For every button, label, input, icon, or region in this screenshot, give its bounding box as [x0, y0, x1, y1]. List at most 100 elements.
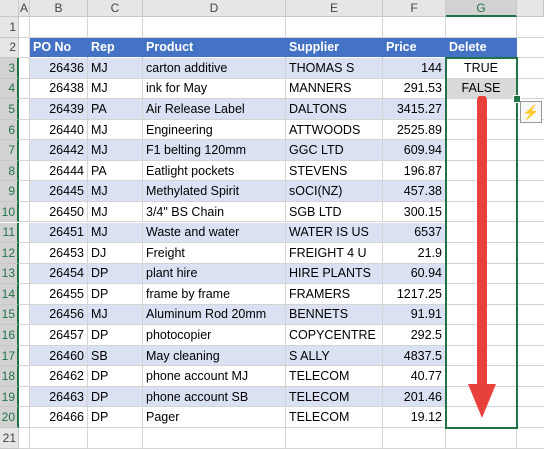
- cell-a11[interactable]: [19, 222, 30, 244]
- cell-price[interactable]: 91.91: [383, 304, 446, 326]
- column-header-g[interactable]: G: [446, 0, 517, 17]
- cell-supplier[interactable]: FRAMERS: [286, 284, 383, 305]
- cell-rep[interactable]: MJ: [88, 201, 143, 223]
- cell-po[interactable]: 26451: [30, 222, 88, 244]
- cell-supplier[interactable]: MANNERS: [286, 78, 383, 100]
- cell-price[interactable]: 4837.5: [383, 345, 446, 367]
- cell-rep[interactable]: MJ: [88, 181, 143, 202]
- cell-delete-empty[interactable]: [446, 428, 517, 449]
- cell-product-blank[interactable]: [143, 17, 286, 38]
- cell-h8[interactable]: [517, 161, 544, 182]
- cell-rep[interactable]: DP: [88, 366, 143, 387]
- cell-supplier[interactable]: FREIGHT 4 U: [286, 243, 383, 264]
- header-po[interactable]: PO No: [30, 37, 88, 59]
- cell-h1[interactable]: [517, 17, 544, 38]
- row-header-20[interactable]: 20: [0, 407, 19, 428]
- cell-supplier[interactable]: TELECOM: [286, 366, 383, 387]
- cell-product[interactable]: photocopier: [143, 325, 286, 346]
- cell-po[interactable]: 26460: [30, 345, 88, 367]
- cell-a19[interactable]: [19, 386, 30, 408]
- cell-po[interactable]: 26463: [30, 386, 88, 408]
- cell-price[interactable]: 6537: [383, 222, 446, 244]
- cell-price[interactable]: 1217.25: [383, 284, 446, 305]
- cell-price[interactable]: 21.9: [383, 243, 446, 264]
- header-delete[interactable]: Delete: [446, 37, 517, 59]
- header-rep[interactable]: Rep: [88, 37, 143, 59]
- cell-rep-blank[interactable]: [88, 17, 143, 38]
- cell-a6[interactable]: [19, 119, 30, 141]
- cell-a18[interactable]: [19, 366, 30, 387]
- cell-price[interactable]: 2525.89: [383, 119, 446, 141]
- row-header-13[interactable]: 13: [0, 263, 19, 285]
- cell-supplier[interactable]: STEVENS: [286, 160, 383, 182]
- cell-h10[interactable]: [517, 202, 544, 223]
- cell-product[interactable]: Waste and water: [143, 222, 286, 244]
- cell-price[interactable]: 300.15: [383, 201, 446, 223]
- row-header-15[interactable]: 15: [0, 304, 19, 326]
- cell-h15[interactable]: [517, 305, 544, 326]
- cell-a1[interactable]: [19, 17, 30, 38]
- header-price[interactable]: Price: [383, 37, 446, 59]
- cell-product[interactable]: Freight: [143, 243, 286, 264]
- cell-h3[interactable]: [517, 58, 544, 79]
- row-header-9[interactable]: 9: [0, 181, 19, 202]
- cell-product[interactable]: plant hire: [143, 263, 286, 285]
- cell-rep[interactable]: MJ: [88, 304, 143, 326]
- cell-a3[interactable]: [19, 58, 30, 79]
- cell-h11[interactable]: [517, 223, 544, 244]
- cell-product[interactable]: ink for May: [143, 78, 286, 100]
- cell-supplier[interactable]: TELECOM: [286, 386, 383, 408]
- cell-product[interactable]: Pager: [143, 407, 286, 428]
- cell-rep[interactable]: DP: [88, 325, 143, 346]
- cell-po[interactable]: 26457: [30, 325, 88, 346]
- column-header-a[interactable]: A: [19, 0, 30, 17]
- cell-product[interactable]: phone account MJ: [143, 366, 286, 387]
- cell-supplier[interactable]: SGB LTD: [286, 201, 383, 223]
- row-header-21[interactable]: 21: [0, 428, 19, 449]
- header-supplier[interactable]: Supplier: [286, 37, 383, 59]
- cell-price[interactable]: 292.5: [383, 325, 446, 346]
- row-header-1[interactable]: 1: [0, 17, 19, 38]
- row-header-7[interactable]: 7: [0, 140, 19, 161]
- cell-po[interactable]: 26456: [30, 304, 88, 326]
- cell-product[interactable]: Eatlight pockets: [143, 160, 286, 182]
- row-header-19[interactable]: 19: [0, 386, 19, 408]
- cell-a2[interactable]: [19, 37, 30, 59]
- cell-a9[interactable]: [19, 181, 30, 202]
- cell-product[interactable]: 3/4" BS Chain: [143, 201, 286, 223]
- cell-po[interactable]: 26450: [30, 201, 88, 223]
- cell-product[interactable]: Engineering: [143, 119, 286, 141]
- cell-po[interactable]: 26455: [30, 284, 88, 305]
- cell-po[interactable]: 26453: [30, 243, 88, 264]
- row-header-14[interactable]: 14: [0, 284, 19, 305]
- quick-analysis-icon[interactable]: ⚡: [520, 101, 542, 124]
- cell-rep[interactable]: MJ: [88, 119, 143, 141]
- cell-price[interactable]: 201.46: [383, 386, 446, 408]
- cell-rep[interactable]: SB: [88, 345, 143, 367]
- cell-a21[interactable]: [19, 428, 30, 449]
- cell-rep[interactable]: DJ: [88, 243, 143, 264]
- cell-price[interactable]: 60.94: [383, 263, 446, 285]
- row-header-8[interactable]: 8: [0, 160, 19, 182]
- cell-a15[interactable]: [19, 304, 30, 326]
- cell-supplier[interactable]: sOCI(NZ): [286, 181, 383, 202]
- cell-price-blank[interactable]: [383, 17, 446, 38]
- cell-h20[interactable]: [517, 407, 544, 428]
- cell-supplier[interactable]: WATER IS US: [286, 222, 383, 244]
- cell-po[interactable]: 26466: [30, 407, 88, 428]
- cell-a7[interactable]: [19, 140, 30, 161]
- cell-h18[interactable]: [517, 366, 544, 387]
- cell-supplier[interactable]: ATTWOODS: [286, 119, 383, 141]
- cell-h7[interactable]: [517, 140, 544, 161]
- cell-po[interactable]: 26440: [30, 119, 88, 141]
- row-header-4[interactable]: 4: [0, 78, 19, 100]
- cell-a20[interactable]: [19, 407, 30, 428]
- cell-product[interactable]: Aluminum Rod 20mm: [143, 304, 286, 326]
- cell-po[interactable]: 26454: [30, 263, 88, 285]
- cell-h14[interactable]: [517, 284, 544, 305]
- cell-product[interactable]: May cleaning: [143, 345, 286, 367]
- cell-rep[interactable]: MJ: [88, 58, 143, 79]
- cell-a14[interactable]: [19, 284, 30, 305]
- cell-po[interactable]: 26444: [30, 160, 88, 182]
- cell-price[interactable]: 291.53: [383, 78, 446, 100]
